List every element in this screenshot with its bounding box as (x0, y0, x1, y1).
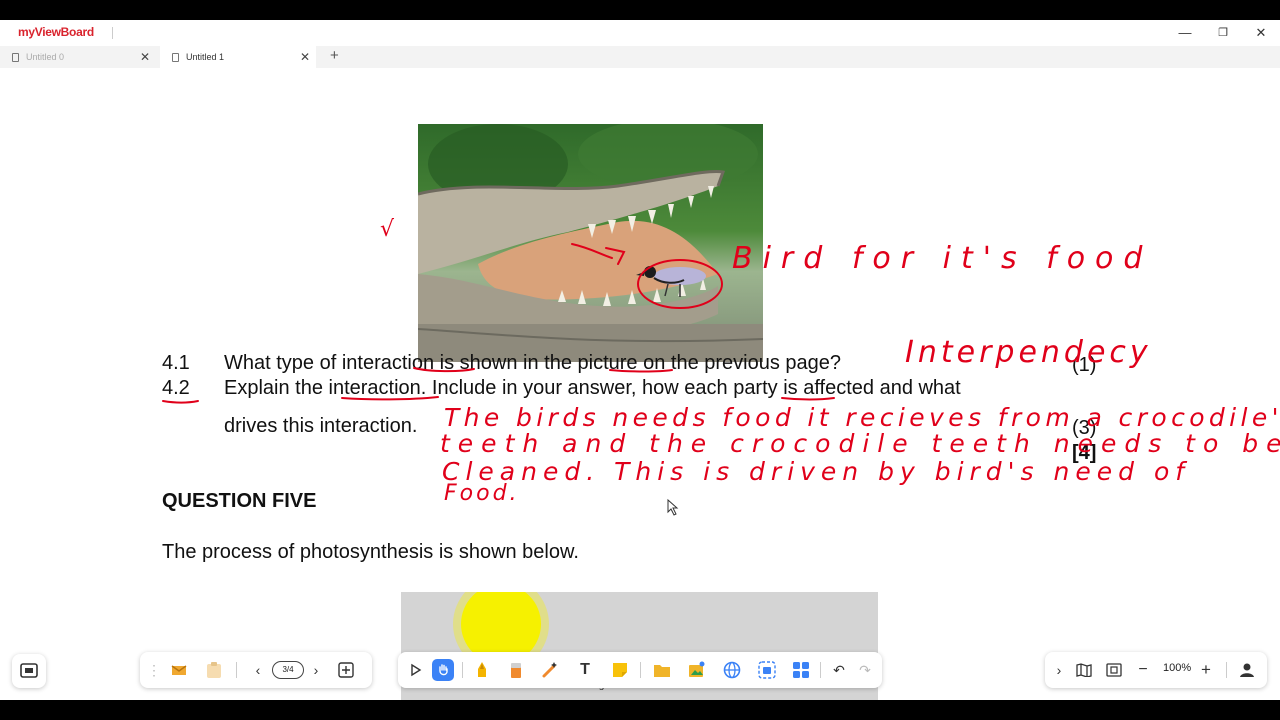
tab-label: Untitled 1 (186, 52, 225, 62)
question-4-1-text: What type of interaction is shown in the… (224, 352, 842, 374)
title-bar: myViewBoard — ❐ ✕ (0, 20, 1280, 46)
handwritten-answer-line2: teeth and the crocodile teeth needs to b… (440, 429, 1280, 458)
folder-icon[interactable] (652, 660, 672, 680)
handwritten-answer-line4: Food. (444, 481, 520, 506)
tab-label: Untitled 0 (26, 52, 65, 62)
add-page-icon[interactable] (336, 660, 356, 680)
new-tab-button[interactable]: + (330, 47, 339, 64)
question-4-2-text-line1: Explain the interaction. Include in your… (224, 377, 961, 399)
mouse-cursor-icon (667, 498, 679, 516)
app-window: myViewBoard — ❐ ✕ Untitled 0 ✕ Untitled … (0, 0, 1280, 720)
fit-screen-icon[interactable] (1104, 660, 1124, 680)
tick-mark: √ (380, 217, 395, 242)
question-4-2-mark: (3) (1072, 417, 1097, 439)
toolbar-separator (462, 662, 463, 678)
whiteboard-canvas[interactable]: Light 4.1 What type of interaction is sh… (0, 68, 1280, 700)
handwritten-answer-4-1: Interpendecy (905, 335, 1152, 370)
toolbar-separator (820, 662, 821, 678)
question-4-2-number: 4.2 (162, 377, 190, 399)
toolbar-separator (1226, 662, 1227, 678)
crocodile-bird-image (418, 124, 763, 362)
magic-icon[interactable] (540, 660, 560, 680)
tab-bar: Untitled 0 ✕ Untitled 1 ✕ + (0, 46, 1280, 68)
minimize-button[interactable]: — (1175, 24, 1195, 42)
drag-handle-icon[interactable]: ⋮ (144, 660, 164, 680)
question-4-1-number: 4.1 (162, 352, 190, 374)
page-toolbar: ⋮ ‹ 3/4 › (140, 652, 372, 688)
top-letterbox (0, 0, 1280, 20)
question-4-total-mark: [4] (1072, 442, 1097, 464)
question-4-1-mark: (1) (1072, 354, 1097, 376)
zoom-level[interactable]: 100% (1163, 662, 1191, 674)
minus-icon[interactable]: − (1133, 660, 1153, 680)
eraser-icon[interactable] (506, 660, 526, 680)
globe-icon[interactable] (722, 660, 742, 680)
toolbar-separator (640, 662, 641, 678)
close-window-button[interactable]: ✕ (1251, 24, 1271, 42)
capture-icon (20, 663, 38, 678)
sticky-note-icon[interactable] (610, 660, 630, 680)
user-icon[interactable] (1237, 660, 1257, 680)
text-icon[interactable]: T (575, 660, 595, 680)
title-separator (112, 27, 113, 39)
apps-icon[interactable] (791, 660, 811, 680)
chevron-left-icon[interactable]: ‹ (248, 660, 268, 680)
question-5-intro: The process of photosynthesis is shown b… (162, 541, 579, 563)
cloud-icon[interactable] (169, 660, 189, 680)
pen-icon[interactable] (472, 660, 492, 680)
tools-toolbar: T ↶ ↷ (398, 652, 882, 688)
capture-button[interactable] (12, 654, 46, 688)
view-toolbar: › − 100% + (1045, 652, 1267, 688)
camera-icon[interactable] (757, 660, 777, 680)
toolbar-separator (236, 662, 237, 678)
handwritten-bird-label: Bird for it's food (732, 241, 1152, 276)
tab-untitled-0[interactable]: Untitled 0 ✕ (0, 46, 156, 68)
chevron-right-icon[interactable]: › (1049, 660, 1069, 680)
map-icon[interactable] (1074, 660, 1094, 680)
handwritten-answer-line1: The birds needs food it recieves from a … (444, 403, 1280, 432)
select-arrow-icon[interactable] (406, 660, 426, 680)
plus-icon[interactable]: + (1196, 660, 1216, 680)
app-logo: myViewBoard (18, 25, 94, 39)
tab-close-button[interactable]: ✕ (300, 46, 310, 68)
undo-icon[interactable]: ↶ (829, 660, 849, 680)
document-icon (172, 53, 179, 62)
document-icon (12, 53, 19, 62)
section-heading: QUESTION FIVE (162, 490, 317, 512)
question-4-2-text-line2: drives this interaction. (224, 415, 418, 437)
chevron-right-icon[interactable]: › (306, 660, 326, 680)
clipboard-icon[interactable] (204, 660, 224, 680)
maximize-button[interactable]: ❐ (1213, 24, 1233, 42)
tab-untitled-1[interactable]: Untitled 1 ✕ (160, 46, 316, 68)
hand-icon[interactable] (432, 659, 454, 681)
page-indicator[interactable]: 3/4 (272, 661, 304, 679)
underline-4-2-stroke (162, 400, 199, 404)
bottom-letterbox (0, 700, 1280, 720)
tab-close-button[interactable]: ✕ (140, 46, 150, 68)
media-icon[interactable] (687, 660, 707, 680)
redo-icon[interactable]: ↷ (855, 660, 875, 680)
